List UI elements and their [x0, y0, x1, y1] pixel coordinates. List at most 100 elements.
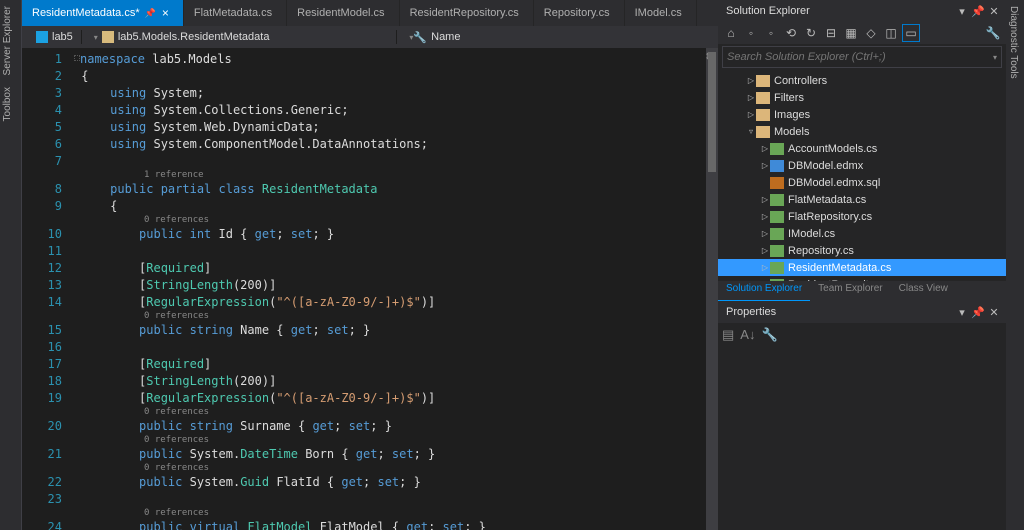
expand-icon[interactable]: ▷ — [760, 246, 770, 255]
tree-item[interactable]: ▿Models — [718, 123, 1006, 140]
solution-explorer-header: Solution Explorer ▾ 📌 ✕ — [718, 0, 1006, 22]
file-tab[interactable]: ResidentRepository.cs — [400, 0, 534, 26]
tree-item[interactable]: ▷ ResidentMetadata.cs — [718, 259, 1006, 276]
wrench-icon[interactable]: 🔧 — [984, 24, 1002, 42]
search-input[interactable] — [727, 51, 993, 63]
close-icon[interactable]: × — [162, 6, 169, 20]
tree-item[interactable]: ▷FlatRepository.cs — [718, 208, 1006, 225]
view-code-icon[interactable]: ▭ — [902, 24, 920, 42]
tree-label: ResidentMetadata.cs — [788, 262, 891, 274]
file-tab[interactable]: ResidentModel.cs — [287, 0, 399, 26]
properties-header: Properties ▾ 📌 ✕ — [718, 301, 1006, 323]
solution-explorer-title: Solution Explorer — [726, 5, 954, 17]
tree-label: FlatMetadata.cs — [788, 194, 866, 206]
expand-icon[interactable]: ▷ — [760, 195, 770, 204]
properties-toolbar: ▤ A↓ 🔧 — [718, 323, 1006, 347]
subtab[interactable]: Solution Explorer — [718, 281, 810, 301]
expand-icon[interactable]: ▿ — [746, 127, 756, 136]
subtab[interactable]: Class View — [891, 281, 956, 301]
tree-label: AccountModels.cs — [788, 143, 877, 155]
properties-body: ▤ A↓ 🔧 — [718, 323, 1006, 530]
folder-icon — [756, 75, 770, 87]
line-numbers: 1234567891011121314151617181920212223242… — [22, 48, 74, 530]
chevron-down-icon[interactable]: ▾ — [993, 53, 997, 62]
alphabetical-icon[interactable]: A↓ — [740, 327, 755, 343]
expand-icon[interactable]: ▷ — [746, 76, 756, 85]
folder-icon — [756, 109, 770, 121]
pin-icon[interactable]: 📌 — [970, 5, 986, 18]
tool-toolbox[interactable]: Toolbox — [0, 81, 21, 127]
collapse-icon[interactable]: ⊟ — [822, 24, 840, 42]
pin-icon[interactable]: 📌 — [145, 8, 156, 19]
db-icon — [770, 160, 784, 172]
csharp-project-icon — [36, 31, 48, 43]
properties-title: Properties — [726, 306, 954, 318]
preview-icon[interactable]: ◫ — [882, 24, 900, 42]
tree-item[interactable]: ▷ AccountModels.cs — [718, 140, 1006, 157]
solution-search[interactable]: ▾ — [722, 46, 1002, 68]
scroll-thumb[interactable] — [708, 52, 716, 172]
categorized-icon[interactable]: ▤ — [722, 327, 734, 343]
expand-icon[interactable]: ▷ — [760, 212, 770, 221]
tree-item[interactable]: ▷IModel.cs — [718, 225, 1006, 242]
folder-icon — [756, 126, 770, 138]
tree-item[interactable]: ▷ Filters — [718, 89, 1006, 106]
cs-icon — [770, 262, 784, 274]
expand-icon[interactable]: ▷ — [760, 161, 770, 170]
tool-diagnostic[interactable]: Diagnostic Tools — [1006, 0, 1021, 85]
expand-icon[interactable]: ▷ — [760, 229, 770, 238]
file-tab[interactable]: FlatMetadata.cs — [184, 0, 287, 26]
dropdown-icon[interactable]: ▾ — [954, 306, 970, 319]
code-container: 1234567891011121314151617181920212223242… — [22, 48, 718, 530]
class-icon — [102, 31, 114, 43]
breadcrumb: lab5 ▾ lab5.Models.ResidentMetadata ▾ 🔧 … — [22, 26, 718, 48]
cs-icon — [770, 211, 784, 223]
show-all-icon[interactable]: ▦ — [842, 24, 860, 42]
home-icon[interactable]: ⌂ — [722, 24, 740, 42]
expand-icon[interactable]: ▷ — [746, 110, 756, 119]
sync-icon[interactable]: ⟲ — [782, 24, 800, 42]
code-editor[interactable]: namespace lab5.Models { using System; us… — [74, 48, 706, 530]
tree-label: Repository.cs — [788, 245, 854, 257]
breadcrumb-namespace[interactable]: ▾ lab5.Models.ResidentMetadata — [82, 26, 397, 48]
cs-icon — [770, 194, 784, 206]
wrench-icon[interactable]: 🔧 — [761, 327, 777, 343]
forward-icon[interactable]: ◦ — [762, 24, 780, 42]
breadcrumb-project-label: lab5 — [52, 31, 73, 43]
dropdown-icon[interactable]: ▾ — [954, 5, 970, 18]
refresh-icon[interactable]: ↻ — [802, 24, 820, 42]
expand-icon[interactable]: ▷ — [760, 263, 770, 272]
tree-item[interactable]: DBModel.edmx.sql — [718, 174, 1006, 191]
expand-icon[interactable]: ▷ — [760, 144, 770, 153]
properties-icon[interactable]: ◇ — [862, 24, 880, 42]
breadcrumb-member[interactable]: ▾ 🔧 Name — [397, 26, 712, 48]
tree-item[interactable]: ▷ FlatMetadata.cs — [718, 191, 1006, 208]
close-icon[interactable]: ✕ — [986, 5, 1002, 18]
close-icon[interactable]: ✕ — [986, 306, 1002, 319]
tree-item[interactable]: ▷Controllers — [718, 72, 1006, 89]
script-icon — [770, 177, 784, 189]
tree-label: Filters — [774, 92, 804, 104]
tree-item[interactable]: ▷Images — [718, 106, 1006, 123]
breadcrumb-project[interactable]: lab5 — [28, 26, 81, 48]
pin-icon[interactable]: 📌 — [970, 306, 986, 319]
file-tab[interactable]: IModel.cs — [625, 0, 697, 26]
folder-icon — [756, 92, 770, 104]
vertical-scrollbar[interactable]: ⬍ — [706, 48, 718, 530]
tree-label: DBModel.edmx.sql — [788, 177, 880, 189]
cs-icon — [770, 143, 784, 155]
back-icon[interactable]: ◦ — [742, 24, 760, 42]
tree-item[interactable]: ▷ Repository.cs — [718, 242, 1006, 259]
file-tab[interactable]: Repository.cs — [534, 0, 625, 26]
file-tab[interactable]: ResidentMetadata.cs*📌× — [22, 0, 184, 26]
right-pane: Solution Explorer ▾ 📌 ✕ ⌂ ◦ ◦ ⟲ ↻ ⊟ ▦ ◇ … — [718, 0, 1006, 530]
tree-label: DBModel.edmx — [788, 160, 863, 172]
file-tabs: ResidentMetadata.cs*📌×FlatMetadata.csRes… — [22, 0, 718, 26]
tree-item[interactable]: ▷ DBModel.edmx — [718, 157, 1006, 174]
subtab[interactable]: Team Explorer — [810, 281, 890, 301]
expand-icon[interactable]: ▷ — [746, 93, 756, 102]
chevron-down-icon: ▾ — [94, 33, 98, 42]
tool-server-explorer[interactable]: Server Explorer — [0, 0, 21, 81]
solution-subtabs: Solution ExplorerTeam ExplorerClass View — [718, 281, 1006, 301]
solution-tree: ▷Controllers▷Filters▷Images▿Models▷Accou… — [718, 70, 1006, 281]
